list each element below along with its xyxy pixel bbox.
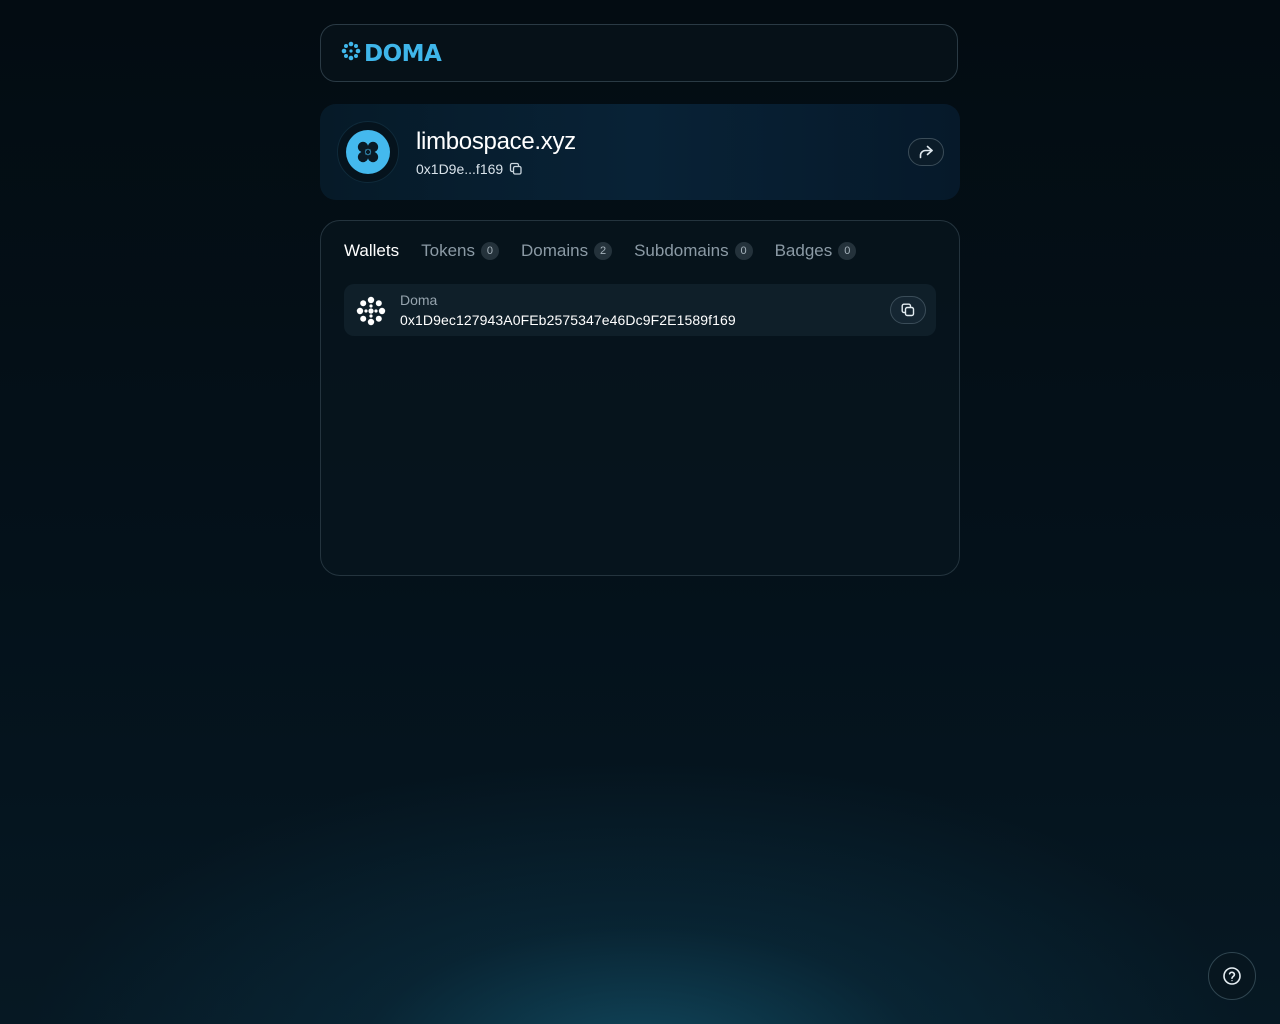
copy-icon[interactable]: [509, 162, 523, 176]
tab-count-badge: 2: [594, 242, 613, 260]
help-icon: [1223, 967, 1241, 985]
doma-logo[interactable]: DOMA: [341, 40, 442, 67]
help-button[interactable]: [1208, 952, 1256, 1000]
doma-wallet-icon: [356, 296, 386, 326]
tab-label: Badges: [774, 241, 833, 260]
short-address-text: 0x1D9e...f169: [416, 161, 504, 177]
logo-text: DOMA: [364, 40, 442, 67]
tab-tokens[interactable]: Tokens 0: [421, 241, 499, 261]
tab-count-badge: 0: [734, 242, 753, 260]
doma-flower-icon: [341, 41, 361, 66]
tab-wallets[interactable]: Wallets: [344, 241, 399, 261]
short-address: 0x1D9e...f169: [416, 161, 523, 177]
tab-label: Subdomains: [634, 241, 729, 260]
wallet-row: Doma 0x1D9ec127943A0FEb2575347e46Dc9F2E1…: [344, 284, 936, 336]
header-bar: DOMA: [320, 24, 958, 82]
tab-subdomains[interactable]: Subdomains 0: [634, 241, 753, 261]
tab-domains[interactable]: Domains 2: [520, 241, 613, 261]
avatar-ring: [337, 121, 399, 183]
tab-label: Tokens: [421, 241, 475, 260]
wallet-address: 0x1D9ec127943A0FEb2575347e46Dc9F2E1589f1…: [400, 312, 736, 328]
copy-icon: [901, 303, 915, 317]
content-panel: Wallets Tokens 0 Domains 2 Subdomains 0 …: [320, 220, 960, 576]
domain-name: limbospace.xyz: [416, 128, 576, 155]
avatar: [346, 130, 390, 174]
profile-card: limbospace.xyz 0x1D9e...f169: [320, 104, 960, 200]
tab-bar: Wallets Tokens 0 Domains 2 Subdomains 0 …: [344, 241, 857, 261]
tab-count-badge: 0: [838, 242, 857, 260]
share-button[interactable]: [908, 138, 944, 166]
doma-avatar-icon: [357, 141, 379, 163]
share-icon: [919, 145, 933, 159]
tab-badges[interactable]: Badges 0: [775, 241, 857, 261]
tab-label: Domains: [520, 241, 589, 260]
copy-address-button[interactable]: [890, 296, 926, 324]
wallet-label: Doma: [400, 292, 438, 308]
tab-count-badge: 0: [480, 242, 499, 260]
tab-label: Wallets: [344, 241, 400, 260]
